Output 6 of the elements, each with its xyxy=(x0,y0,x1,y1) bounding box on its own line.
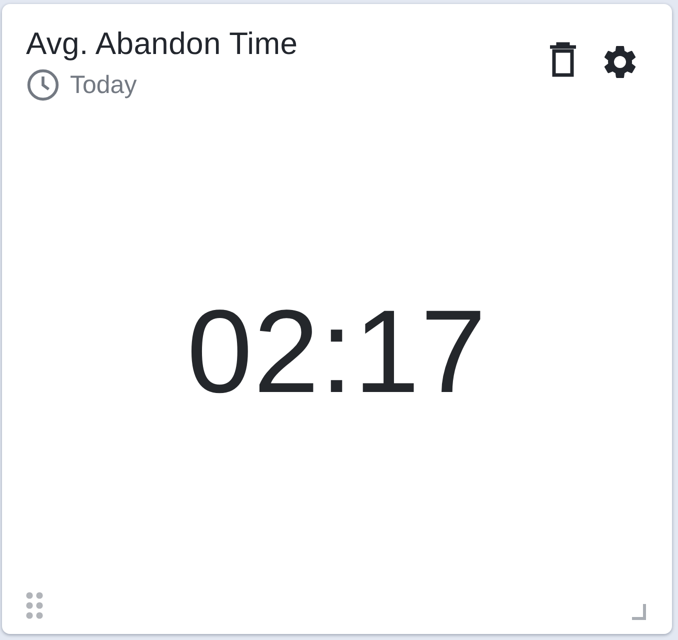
clock-icon xyxy=(26,68,60,102)
widget-title: Avg. Abandon Time xyxy=(26,26,298,62)
metric-value: 02:17 xyxy=(186,285,488,420)
period-label: Today xyxy=(70,70,137,100)
resize-handle-icon[interactable] xyxy=(632,604,648,620)
drag-handle-icon[interactable] xyxy=(26,592,44,620)
